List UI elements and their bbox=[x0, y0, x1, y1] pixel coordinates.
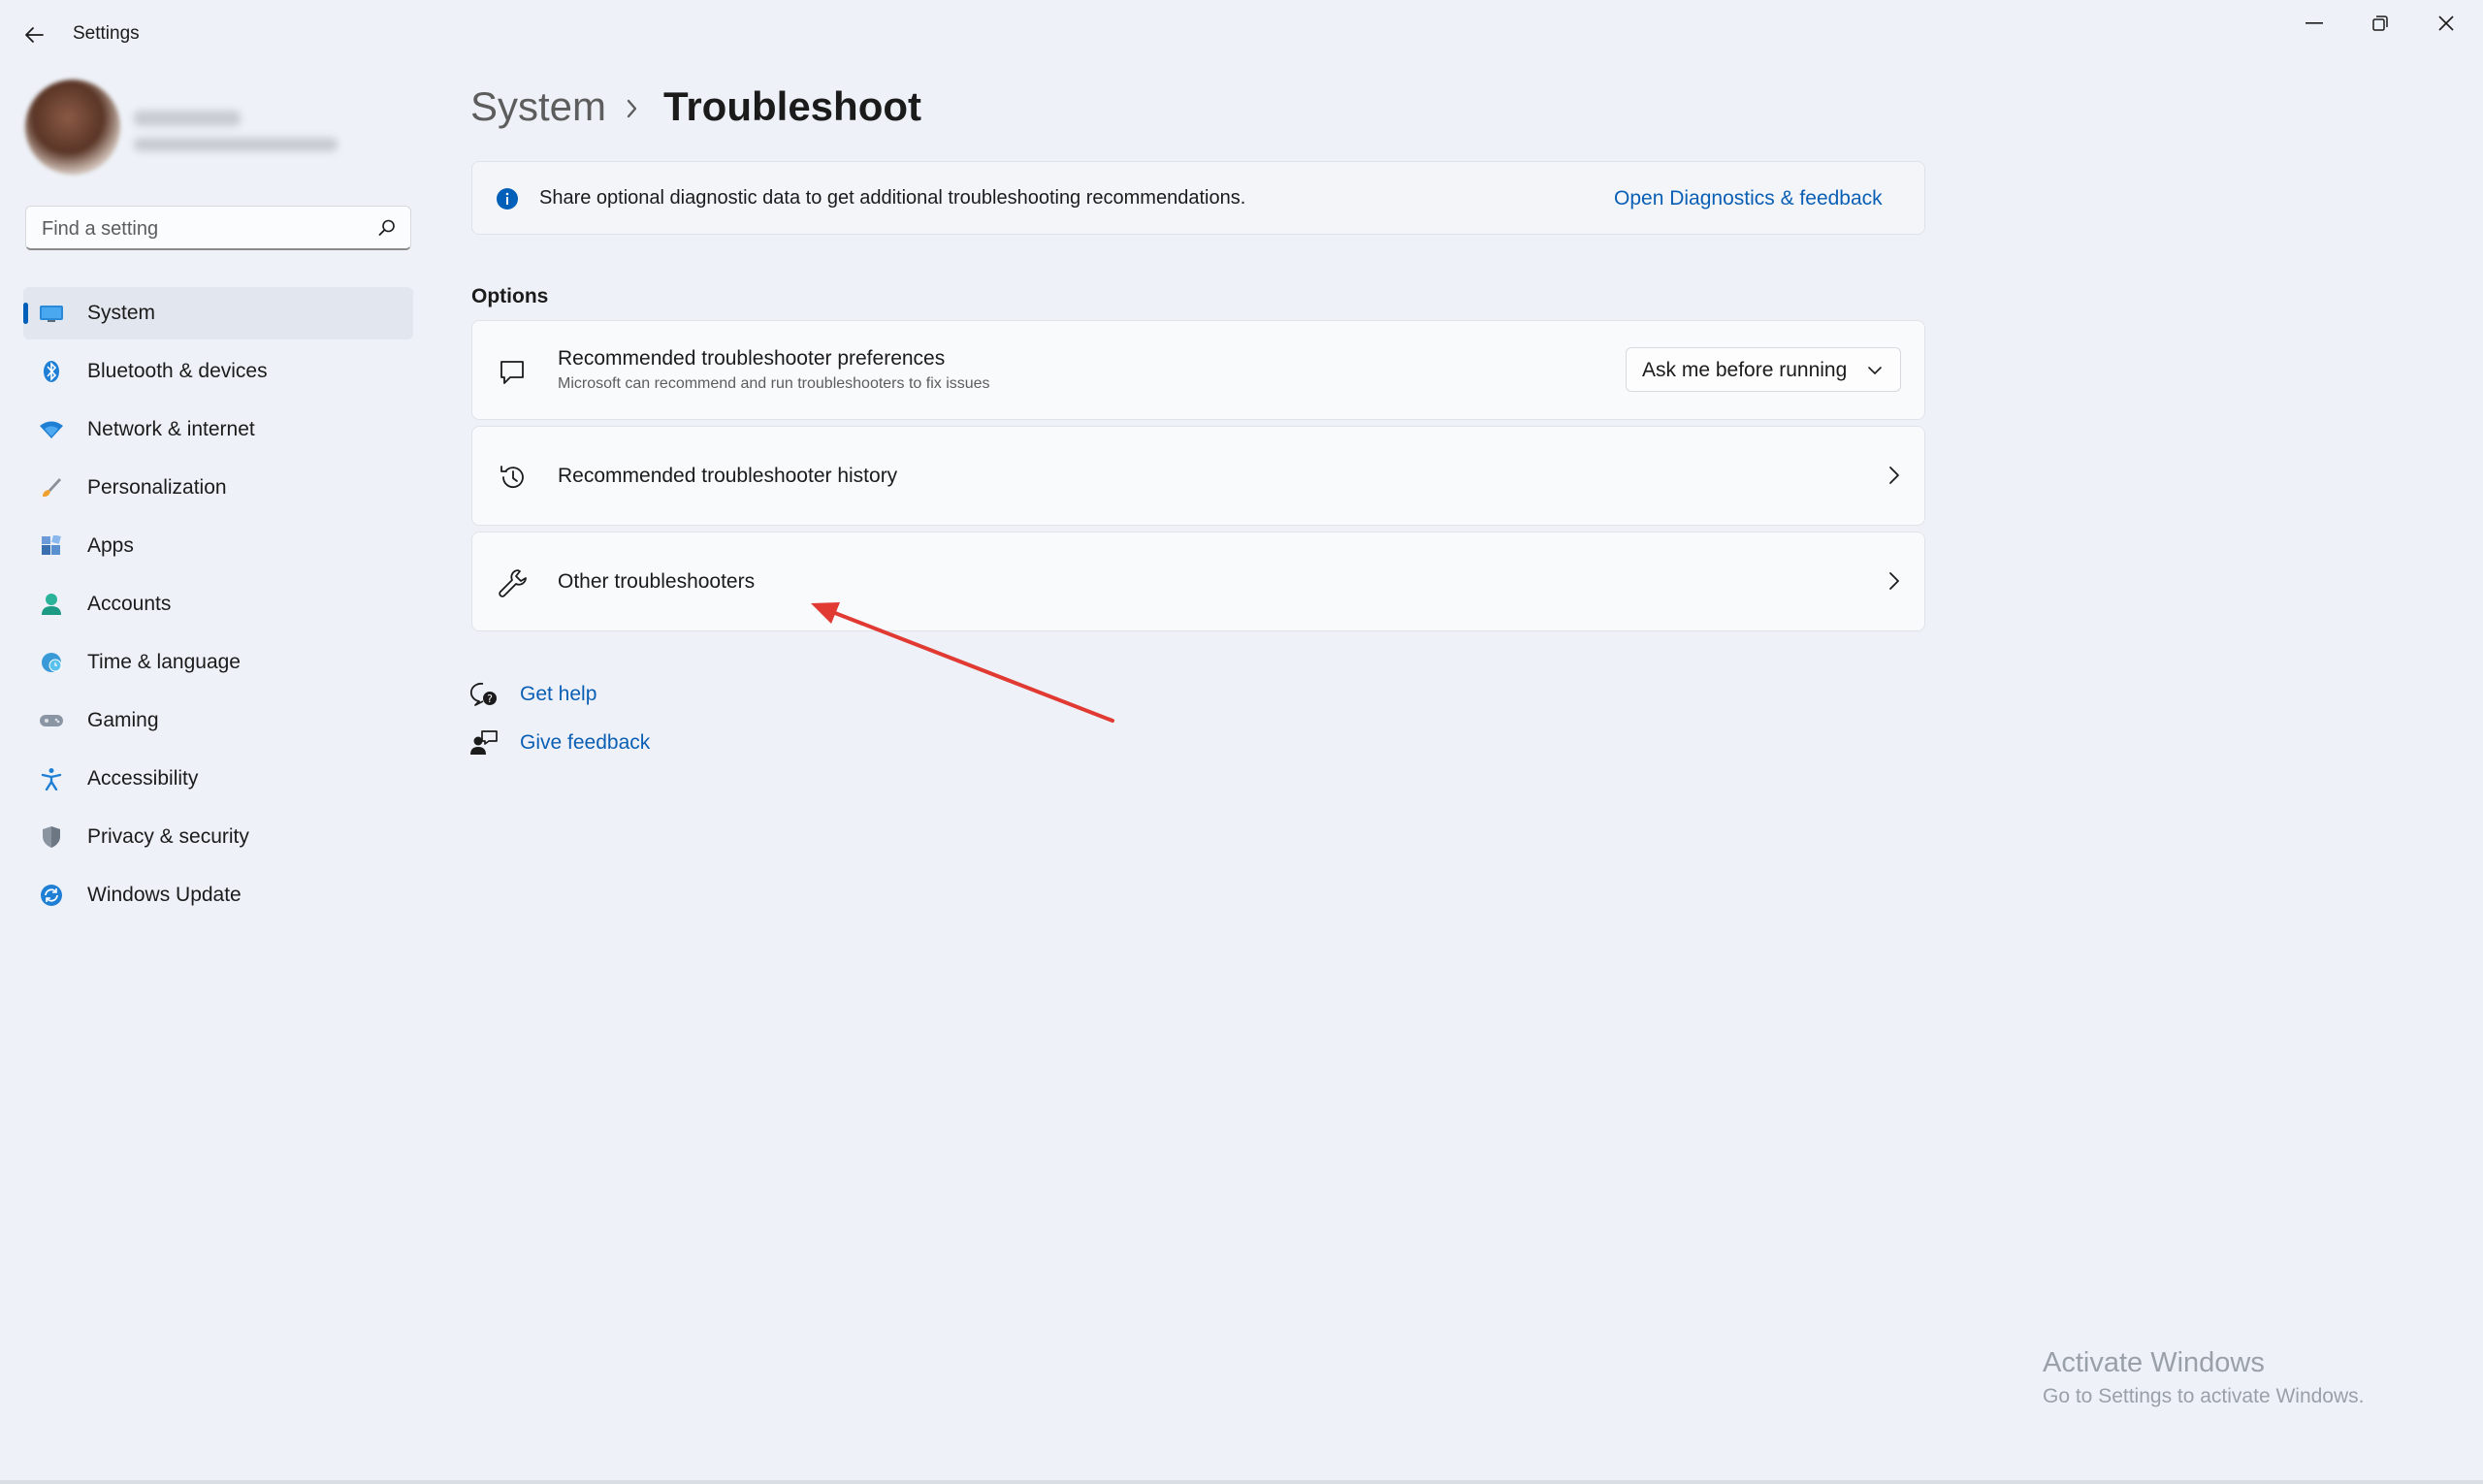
svg-text:?: ? bbox=[487, 693, 493, 705]
troubleshooter-preferences-row: Recommended troubleshooter preferences M… bbox=[471, 320, 1925, 420]
breadcrumb-separator bbox=[621, 89, 642, 133]
sidebar-item-privacy-security[interactable]: Privacy & security bbox=[23, 811, 413, 863]
give-feedback-label[interactable]: Give feedback bbox=[520, 731, 650, 755]
row-title: Recommended troubleshooter history bbox=[558, 465, 898, 487]
chevron-down-icon bbox=[1868, 367, 1882, 374]
app-title: Settings bbox=[73, 23, 140, 44]
other-troubleshooters-row[interactable]: Other troubleshooters bbox=[471, 532, 1925, 631]
sidebar-item-label: Gaming bbox=[87, 709, 159, 731]
minimize-icon bbox=[2306, 22, 2323, 24]
bluetooth-icon bbox=[39, 360, 64, 383]
title-bar bbox=[0, 0, 2483, 68]
sidebar-item-personalization[interactable]: Personalization bbox=[23, 462, 413, 514]
give-feedback-link[interactable]: Give feedback bbox=[469, 729, 650, 757]
sidebar-item-apps[interactable]: Apps bbox=[23, 520, 413, 572]
chat-bubble-icon bbox=[500, 361, 524, 384]
restore-icon bbox=[2372, 16, 2388, 31]
row-title: Recommended troubleshooter preferences bbox=[558, 347, 946, 370]
search-icon[interactable] bbox=[377, 218, 397, 238]
close-icon bbox=[2438, 16, 2454, 31]
sidebar-item-windows-update[interactable]: Windows Update bbox=[23, 869, 413, 921]
sidebar-item-label: Personalization bbox=[87, 476, 227, 499]
sidebar-item-network[interactable]: Network & internet bbox=[23, 403, 413, 456]
sidebar-item-bluetooth[interactable]: Bluetooth & devices bbox=[23, 345, 413, 398]
avatar[interactable] bbox=[25, 80, 120, 175]
update-icon bbox=[39, 884, 64, 907]
get-help-link[interactable]: ? Get help bbox=[469, 681, 597, 708]
sidebar-item-label: Privacy & security bbox=[87, 825, 249, 848]
profile-email-blurred bbox=[134, 138, 338, 151]
info-icon bbox=[497, 188, 518, 210]
search-box[interactable] bbox=[25, 206, 411, 251]
minimize-button[interactable] bbox=[2281, 0, 2347, 47]
dropdown-value: Ask me before running bbox=[1642, 359, 1848, 381]
close-button[interactable] bbox=[2413, 0, 2479, 47]
globe-clock-icon bbox=[39, 651, 64, 674]
chevron-right-icon bbox=[1889, 572, 1899, 590]
chevron-right-icon bbox=[1889, 467, 1899, 484]
chevron-right-icon bbox=[627, 99, 637, 118]
get-help-label[interactable]: Get help bbox=[520, 683, 597, 706]
network-icon bbox=[39, 418, 64, 441]
sidebar-item-time-language[interactable]: Time & language bbox=[23, 636, 413, 689]
sidebar-item-label: Accessibility bbox=[87, 767, 199, 790]
bottom-edge bbox=[0, 1480, 2483, 1484]
accessibility-icon bbox=[39, 767, 64, 790]
sidebar-item-label: System bbox=[87, 302, 156, 324]
help-icon: ? bbox=[469, 682, 497, 706]
sidebar-item-accessibility[interactable]: Accessibility bbox=[23, 753, 413, 805]
sidebar-item-label: Accounts bbox=[87, 593, 172, 615]
sidebar-item-system[interactable]: System bbox=[23, 287, 413, 339]
accounts-icon bbox=[39, 593, 64, 616]
info-bar-text: Share optional diagnostic data to get ad… bbox=[539, 187, 1246, 209]
sidebar-item-label: Bluetooth & devices bbox=[87, 360, 268, 382]
restore-button[interactable] bbox=[2347, 0, 2413, 47]
sidebar-item-label: Time & language bbox=[87, 651, 241, 673]
sidebar-item-label: Apps bbox=[87, 534, 134, 557]
activate-windows-title: Activate Windows bbox=[2043, 1347, 2265, 1378]
troubleshooter-preference-dropdown[interactable]: Ask me before running bbox=[1626, 347, 1901, 392]
apps-icon bbox=[39, 534, 64, 558]
activate-windows-subtitle: Go to Settings to activate Windows. bbox=[2043, 1385, 2365, 1407]
active-indicator bbox=[23, 303, 28, 324]
sidebar-item-label: Network & internet bbox=[87, 418, 255, 440]
search-input[interactable] bbox=[40, 207, 364, 251]
history-icon bbox=[500, 466, 524, 489]
gamepad-icon bbox=[39, 709, 64, 732]
wrench-icon bbox=[499, 569, 527, 597]
sidebar-item-accounts[interactable]: Accounts bbox=[23, 578, 413, 630]
page-title: Troubleshoot bbox=[663, 83, 921, 129]
open-diagnostics-link[interactable]: Open Diagnostics & feedback bbox=[1614, 187, 1883, 210]
feedback-icon bbox=[470, 730, 498, 755]
profile-name-blurred bbox=[134, 111, 241, 126]
system-icon bbox=[39, 302, 64, 325]
shield-icon bbox=[39, 825, 64, 849]
row-subtitle: Microsoft can recommend and run troubles… bbox=[558, 375, 990, 392]
back-button[interactable] bbox=[14, 17, 54, 52]
sidebar-item-gaming[interactable]: Gaming bbox=[23, 694, 413, 747]
back-arrow-icon bbox=[25, 27, 44, 43]
troubleshooter-history-row[interactable]: Recommended troubleshooter history bbox=[471, 426, 1925, 526]
row-title: Other troubleshooters bbox=[558, 570, 756, 593]
options-heading: Options bbox=[471, 285, 549, 307]
brush-icon bbox=[39, 476, 64, 500]
sidebar-item-label: Windows Update bbox=[87, 884, 242, 906]
breadcrumb-parent[interactable]: System bbox=[470, 83, 606, 130]
